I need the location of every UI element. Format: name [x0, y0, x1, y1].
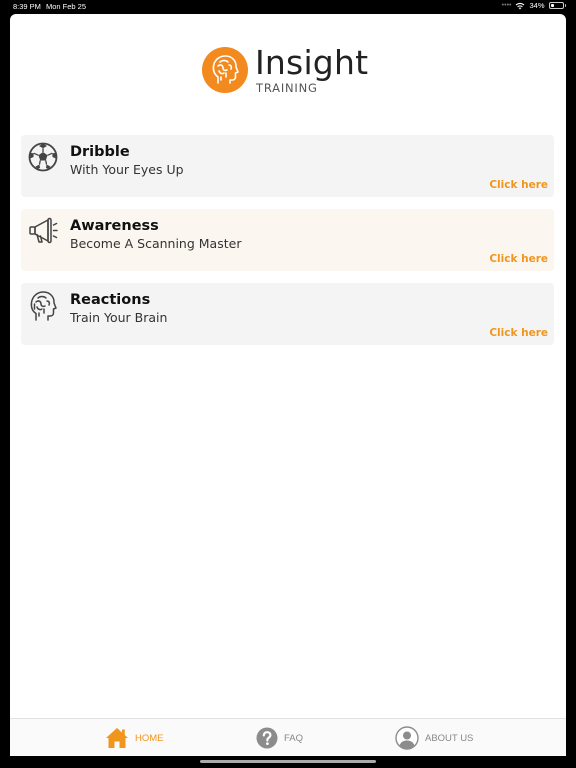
battery-cap: [564, 4, 566, 7]
battery-icon: [548, 2, 564, 9]
card-reactions[interactable]: Reactions Train Your Brain Click here: [21, 283, 554, 345]
app-window: Insight TRAINING Dribble With Your Eyes …: [10, 14, 566, 756]
home-icon: [106, 728, 128, 748]
battery-percent: 34%: [529, 1, 545, 10]
tab-label: ABOUT US: [425, 732, 474, 744]
megaphone-icon: [28, 216, 58, 246]
status-bar: 8:39 PM Mon Feb 25 •••• 34%: [0, 0, 576, 14]
question-icon: [256, 727, 278, 749]
card-title: Awareness: [70, 218, 159, 234]
head-brain-icon: [28, 290, 58, 321]
tab-faq[interactable]: FAQ: [256, 725, 303, 751]
card-subtitle: Become A Scanning Master: [70, 236, 242, 251]
card-subtitle: Train Your Brain: [70, 310, 168, 325]
soccer-ball-icon: [28, 142, 58, 172]
card-subtitle: With Your Eyes Up: [70, 162, 184, 177]
tab-label: FAQ: [284, 732, 304, 744]
card-title: Reactions: [70, 292, 151, 308]
tab-label: HOME: [135, 732, 164, 744]
head-brain-icon: [202, 47, 248, 93]
click-here-link[interactable]: Click here: [489, 327, 548, 339]
card-awareness[interactable]: Awareness Become A Scanning Master Click…: [21, 209, 554, 271]
tab-home[interactable]: HOME: [105, 725, 164, 751]
card-title: Dribble: [70, 144, 130, 160]
user-avatar-icon: [395, 726, 419, 750]
app-logo: Insight TRAINING: [202, 43, 382, 105]
tab-bar: HOME FAQ ABOUT US: [10, 718, 566, 756]
home-indicator[interactable]: [200, 760, 376, 763]
signal-dots-icon: ••••: [501, 2, 512, 9]
tab-about-us[interactable]: ABOUT US: [395, 725, 473, 751]
click-here-link[interactable]: Click here: [489, 253, 548, 265]
wifi-icon: [516, 2, 525, 9]
logo-word: Insight: [255, 43, 369, 82]
status-indicators: •••• 34%: [502, 1, 566, 10]
click-here-link[interactable]: Click here: [489, 179, 548, 191]
status-date: Mon Feb 25: [46, 2, 87, 11]
logo-subtitle: TRAINING: [256, 81, 318, 95]
card-dribble[interactable]: Dribble With Your Eyes Up Click here: [21, 135, 554, 197]
battery-fill: [550, 4, 555, 7]
status-time: 8:39 PM: [13, 2, 41, 11]
